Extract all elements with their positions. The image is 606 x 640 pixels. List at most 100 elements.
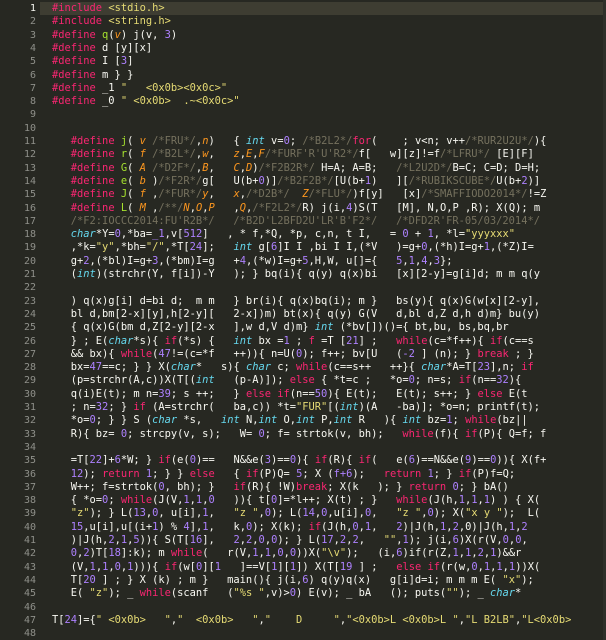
code-line[interactable]: (p=strchr(A,c))X(T[(int (p-A)]); else { … [52,374,522,387]
code-line[interactable]: { *o=0; while(J(V,1,1,0 )){ t[0]=*l++; X… [52,494,540,507]
code-line[interactable]: *o=0; } } S (char *s, int N,int O,int P,… [52,414,528,427]
code-line[interactable]: #define r( f /*B2L*/,w, z,E,F/*FURF'R'U'… [52,148,534,161]
code-token: )] [264,174,278,187]
code-line[interactable]: #define d [y][x] [52,42,152,55]
code-token: { *o= [52,494,103,507]
code-line[interactable]: T[24]={" <0x0b> "," <0x0b> "," D ","<0x0… [52,614,571,627]
code-token: (V, [52,560,90,573]
code-token: (*bv[])()={ bt,bu, bs,bq,br [333,321,509,334]
code-token: ==c; } } X( [102,361,171,374]
code-token: )==N&&e( [415,454,466,467]
code-token: " <0x0b> " [95,613,171,626]
code-line[interactable]: #define _0 " <0x0b> .~<0x0c>" [52,95,240,108]
line-number: 18 [23,229,36,241]
code-token: ,(*w)I=g+ [245,254,303,267]
code-token: *o= [52,414,90,427]
code-token: 18 [108,547,121,560]
code-line[interactable]: ) q(x)g[i] d=bi d; m m } br(i){ q(x)bq(i… [52,295,540,308]
code-token: char [245,361,271,374]
code-token: if [233,480,246,493]
code-line[interactable]: #define j( v /*FRU*/,n) { int v=0; /*B2L… [52,135,547,148]
code-line[interactable]: q(i)E(t); m n=39; s ++; } else if(n==50)… [52,388,528,401]
code-token: E(t [502,387,528,400]
code-line[interactable]: bl d,bm[2-x][y],h[2-y][ 2-x])m) bt(x){ q… [52,308,540,321]
code-editor[interactable]: 1 2 3 4 5 6 7 8 9 10 11 12 13 14 15 16 17 18 19 20 21 22 23 24 2… [0,0,606,640]
code-line[interactable]: } ; E(char*s){ if(*s) { int bx =1 ; f =T… [52,335,534,348]
code-token: ) q(x)g[i] d=bi d; m m } br(i){ q(x)bq(i… [52,294,540,307]
code-line[interactable]: ,*k="y",*bh="/",*T[24]; int g[6]I I ,bi … [52,241,534,254]
code-line[interactable]: #include <stdio.h> [52,2,165,15]
code-line[interactable]: #define J( f ,/*FUR*/y, x,/*D2B*/ Z/*FLU… [52,188,547,201]
code-token: f[ w][z]!=f [358,148,440,161]
code-token: ; s ++; } [170,387,246,400]
code-token: ] , * f,*Q, *p, c,n, t I, = [202,228,403,241]
code-line[interactable]: =T[22]+6*W; } if(e(0)== N&&e(3)==0){ if(… [52,454,547,467]
code-line[interactable]: 12); return 1; } } else { if(P)Q= 5; X (… [52,468,515,481]
code-line[interactable]: E( "z"); _ while(scanf ("%s ",v)>0) E(v)… [52,587,522,600]
code-token: if [277,387,290,400]
code-line[interactable]: (V,1,1,0,1))){ if(w[0][1 ]==V[1][1]) X(T… [52,561,540,574]
line-number: 24 [23,308,36,320]
code-line[interactable]: char*Y=0,*ba=_1,v[512] , * f,*Q, *p, c,n… [52,228,515,241]
code-line[interactable]: R){ bz= 0; strcpy(v, s); W= 0; f= strtok… [52,428,547,441]
code-line[interactable]: T[20 ] ; } X (k) ; m } main(){ j(i,6) q(… [52,574,534,587]
line-number: 48 [23,628,36,640]
code-token: _1 [152,228,165,241]
code-token: (R){ !W) [245,480,297,493]
line-number: 39 [23,508,36,520]
code-token: int [339,401,359,413]
code-token: ,v)> [264,587,290,600]
code-token: _1 [102,81,121,94]
code-line[interactable]: #define L( M ,/**/N,O,P ,Q,/*F2L2*/R) j(… [52,202,540,215]
code-line[interactable]: && bx){ while(47!=(c=*f ++)){ n=U(0); f+… [52,348,534,361]
code-line[interactable]: (int)(strchr(Y, f[i])-Y ); } bq(i){ q(y)… [52,268,540,281]
code-token: ); _ [458,587,490,600]
code-token: W++; f=strtok( [52,480,159,493]
code-line[interactable]: 0,2)T[18]:k); m while( r(V,1,1,0,0))X("\… [52,547,522,560]
code-token: )){ X(f+ [496,454,547,467]
code-token: )(strchr(Y, f[i])-Y ); } bq(i){ q(y) q(x… [95,268,540,280]
code-token: if [427,560,441,573]
code-token: ]={ [77,613,96,626]
code-line[interactable]: { q(x)G(bm d,Z[2-y][2-x ],w d,V d)m} int… [52,321,509,334]
code-line[interactable]: /*F2:IOCCC2014:FU'R2B*/ /*B2D'L2BFD2U'LR… [52,215,540,228]
code-token: "L<0x0b> [521,613,572,626]
code-token: ,u[i], [327,507,365,520]
code-line[interactable]: #define G( A /*D2F*/,B, C,D)/*F2B2R*/ H=… [52,162,540,175]
code-line[interactable]: bx=47==c; } } X(char* s){ char c; while(… [52,361,534,374]
code-line[interactable]: 15,u[i],u[(i+1) % 4],1, k,0); X(k); if(J… [52,521,528,534]
code-line[interactable]: #define I [3] [52,55,133,68]
code-token: if [164,334,178,347]
code-line[interactable]: )|J(h,2,1,5)){ S(T[16], 2,2,0,0); } L(17… [52,534,528,547]
code-token: , [358,534,384,546]
code-token: E( [52,587,90,600]
line-number: 4 [29,42,36,54]
code-token: ,(*bl)I=g+ [89,254,153,267]
line-number: 11 [23,136,36,147]
code-token: , [214,201,240,214]
code-line[interactable]: #include <string.h> [52,15,171,28]
code-token: ); X(k); [252,520,309,533]
code-line[interactable]: #define e( b )/*F2R*/g[ U(b+0)]/*B2F2B*/… [52,175,540,188]
code-line[interactable]: W++; f=strtok(0, bh); } if(R){ !W)break;… [52,481,509,494]
line-number: 32 [23,415,36,427]
code-token: #include [52,15,109,28]
code-line[interactable]: g+2,(*bl)I=g+3,(*bm)I=g +4,(*w)I=g+5,H,W… [52,255,453,268]
code-line[interactable]: ; n=32; } if (A=strchr( ba,c)) *t="FUR"[… [52,401,540,414]
code-area[interactable]: #include <stdio.h> #include <string.h> #de… [52,0,606,640]
code-line[interactable]: #define m } } [52,69,133,82]
code-token: , [208,507,234,520]
code-token: )== [271,454,290,467]
code-token: _0 [102,95,121,108]
code-line[interactable]: "z"); } L(13,0, u[i],1, "z ",0); L(14,0,… [52,507,540,520]
code-line[interactable]: #define _1 " <0x0b><0x0c>" [52,82,227,95]
code-token: g+ [52,254,84,267]
code-token: =T [ [314,334,347,347]
code-line[interactable]: #define q(v) j(v, 3) [52,29,177,42]
code-token: ) q(y)q(x) g[i]d=i; m m m E( [308,573,503,586]
code-token: ]=*l++; X(t) ; } [277,494,397,507]
